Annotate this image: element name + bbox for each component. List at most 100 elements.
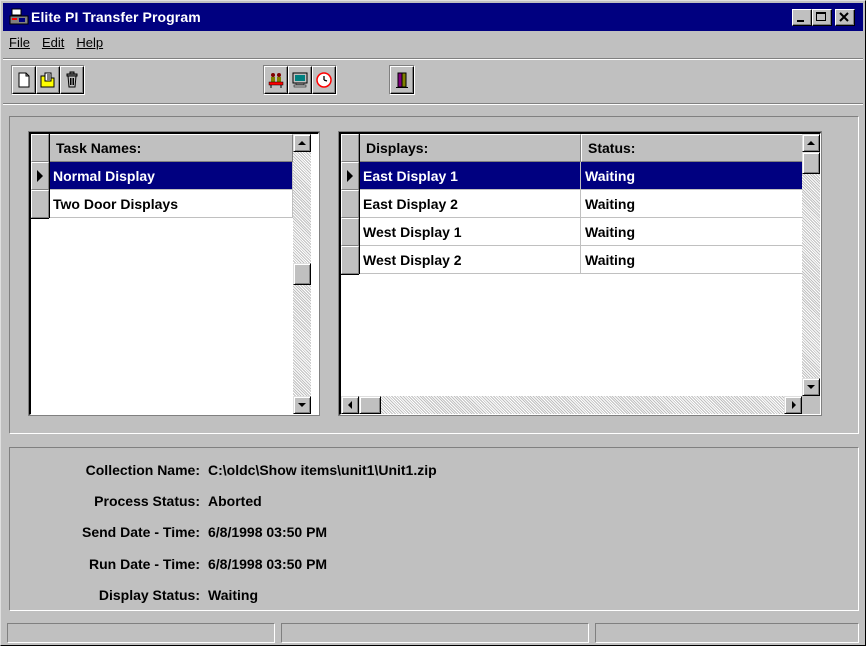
displays-column-header[interactable]: Displays:	[359, 134, 581, 162]
scrollbar-corner	[802, 396, 820, 414]
header-row-indicator	[341, 134, 359, 162]
run-date-value: 6/8/1998 03:50 PM	[208, 556, 328, 572]
menu-edit-label: Edit	[41, 35, 65, 50]
displays-vertical-scrollbar[interactable]	[802, 134, 820, 396]
menu-file-label: File	[9, 35, 30, 50]
new-task-button[interactable]	[12, 66, 36, 94]
process-status-value: Aborted	[208, 493, 262, 509]
displays-grid-header: Displays: Status:	[341, 134, 820, 162]
window-title: Elite PI Transfer Program	[31, 9, 201, 25]
transfer-tools-group	[263, 65, 337, 95]
display-status-cell[interactable]: Waiting	[581, 218, 820, 246]
new-document-icon	[18, 72, 30, 88]
file-tools-group	[11, 65, 85, 95]
scroll-up-button[interactable]	[293, 134, 311, 152]
scroll-thumb[interactable]	[802, 152, 820, 174]
scroll-left-button[interactable]	[341, 396, 359, 414]
clock-icon	[316, 72, 332, 88]
display-status-label: Display Status:	[98, 587, 200, 603]
status-column-header[interactable]: Status:	[581, 134, 820, 162]
arrow-down-icon	[298, 403, 306, 407]
schedule-button[interactable]	[312, 66, 336, 94]
window-controls	[792, 9, 855, 27]
task-names-column-header[interactable]: Task Names:	[49, 134, 293, 162]
current-row-arrow-icon	[37, 170, 43, 182]
collection-name-label: Collection Name:	[85, 462, 200, 478]
minimize-button[interactable]	[792, 9, 812, 26]
arrow-down-icon	[807, 385, 815, 389]
current-row-arrow-icon	[347, 170, 353, 182]
send-date-row: Send Date - Time: 6/8/1998 03:50 PM	[10, 524, 860, 546]
menu-help-label: Help	[76, 35, 104, 50]
app-icon	[9, 8, 29, 26]
transfer-people-icon	[268, 73, 284, 88]
scroll-down-button[interactable]	[802, 378, 820, 396]
row-indicator	[341, 162, 359, 190]
task-grid-header: Task Names:	[31, 134, 293, 162]
main-panel: Task Names: Normal Display Two Door Disp…	[9, 116, 859, 434]
menu-help[interactable]: Help	[76, 35, 103, 55]
collection-name-row: Collection Name: C:\oldc\Show items\unit…	[10, 462, 860, 484]
row-indicator	[31, 162, 49, 190]
display-row[interactable]: West Display 2 Waiting	[341, 246, 820, 274]
status-pane-1	[7, 623, 275, 643]
send-date-label: Send Date - Time:	[82, 524, 200, 540]
task-row[interactable]: Two Door Displays	[31, 190, 293, 218]
toolbar-bottom-divider	[3, 103, 863, 105]
row-indicator	[341, 190, 359, 218]
exit-button[interactable]	[390, 66, 414, 94]
monitor-icon	[292, 72, 308, 88]
delete-task-button[interactable]	[60, 66, 84, 94]
menu-bar: File Edit Help	[9, 35, 115, 55]
row-indicator	[341, 246, 359, 274]
row-indicator	[341, 218, 359, 246]
arrow-up-icon	[807, 141, 815, 145]
arrow-left-icon	[348, 401, 352, 409]
display-name-cell[interactable]: East Display 1	[359, 162, 581, 190]
display-status-cell[interactable]: Waiting	[581, 190, 820, 218]
display-name-cell[interactable]: East Display 2	[359, 190, 581, 218]
open-folder-icon	[40, 72, 55, 88]
app-window: Elite PI Transfer Program File Edit Help	[0, 0, 866, 646]
scroll-down-button[interactable]	[293, 396, 311, 414]
display-row[interactable]: West Display 1 Waiting	[341, 218, 820, 246]
display-status-value: Waiting	[208, 587, 259, 603]
display-name-cell[interactable]: West Display 1	[359, 218, 581, 246]
scroll-thumb[interactable]	[293, 263, 311, 285]
scroll-thumb-horizontal[interactable]	[359, 396, 381, 414]
display-row[interactable]: East Display 2 Waiting	[341, 190, 820, 218]
displays-grid[interactable]: Displays: Status: East Display 1 Waiting…	[338, 131, 822, 416]
scroll-right-button[interactable]	[784, 396, 802, 414]
open-task-button[interactable]	[36, 66, 60, 94]
arrow-right-icon	[792, 401, 796, 409]
maximize-button[interactable]	[812, 9, 832, 26]
transfer-button[interactable]	[264, 66, 288, 94]
displays-horizontal-scrollbar[interactable]	[341, 396, 802, 414]
close-button[interactable]	[835, 9, 855, 26]
menu-edit[interactable]: Edit	[42, 35, 64, 55]
title-bar[interactable]: Elite PI Transfer Program	[3, 3, 863, 31]
trash-icon	[66, 71, 78, 88]
task-name-cell[interactable]: Normal Display	[49, 162, 293, 190]
process-status-label: Process Status:	[94, 493, 200, 509]
run-date-label: Run Date - Time:	[89, 556, 200, 572]
row-indicator	[31, 190, 49, 218]
toolbar-divider	[3, 58, 863, 60]
task-row[interactable]: Normal Display	[31, 162, 293, 190]
task-name-cell[interactable]: Two Door Displays	[49, 190, 293, 218]
display-status-cell[interactable]: Waiting	[581, 246, 820, 274]
scroll-up-button[interactable]	[802, 134, 820, 152]
display-name-cell[interactable]: West Display 2	[359, 246, 581, 274]
exit-door-icon	[396, 72, 408, 88]
process-status-row: Process Status: Aborted	[10, 493, 860, 515]
status-pane-3	[595, 623, 859, 643]
display-status-row: Display Status: Waiting	[10, 587, 860, 609]
toolbar	[1, 61, 866, 101]
display-row[interactable]: East Display 1 Waiting	[341, 162, 820, 190]
status-pane-2	[281, 623, 589, 643]
display-button[interactable]	[288, 66, 312, 94]
menu-file[interactable]: File	[9, 35, 30, 55]
task-grid-vertical-scrollbar[interactable]	[293, 134, 311, 414]
display-status-cell[interactable]: Waiting	[581, 162, 820, 190]
task-names-grid[interactable]: Task Names: Normal Display Two Door Disp…	[28, 131, 320, 416]
